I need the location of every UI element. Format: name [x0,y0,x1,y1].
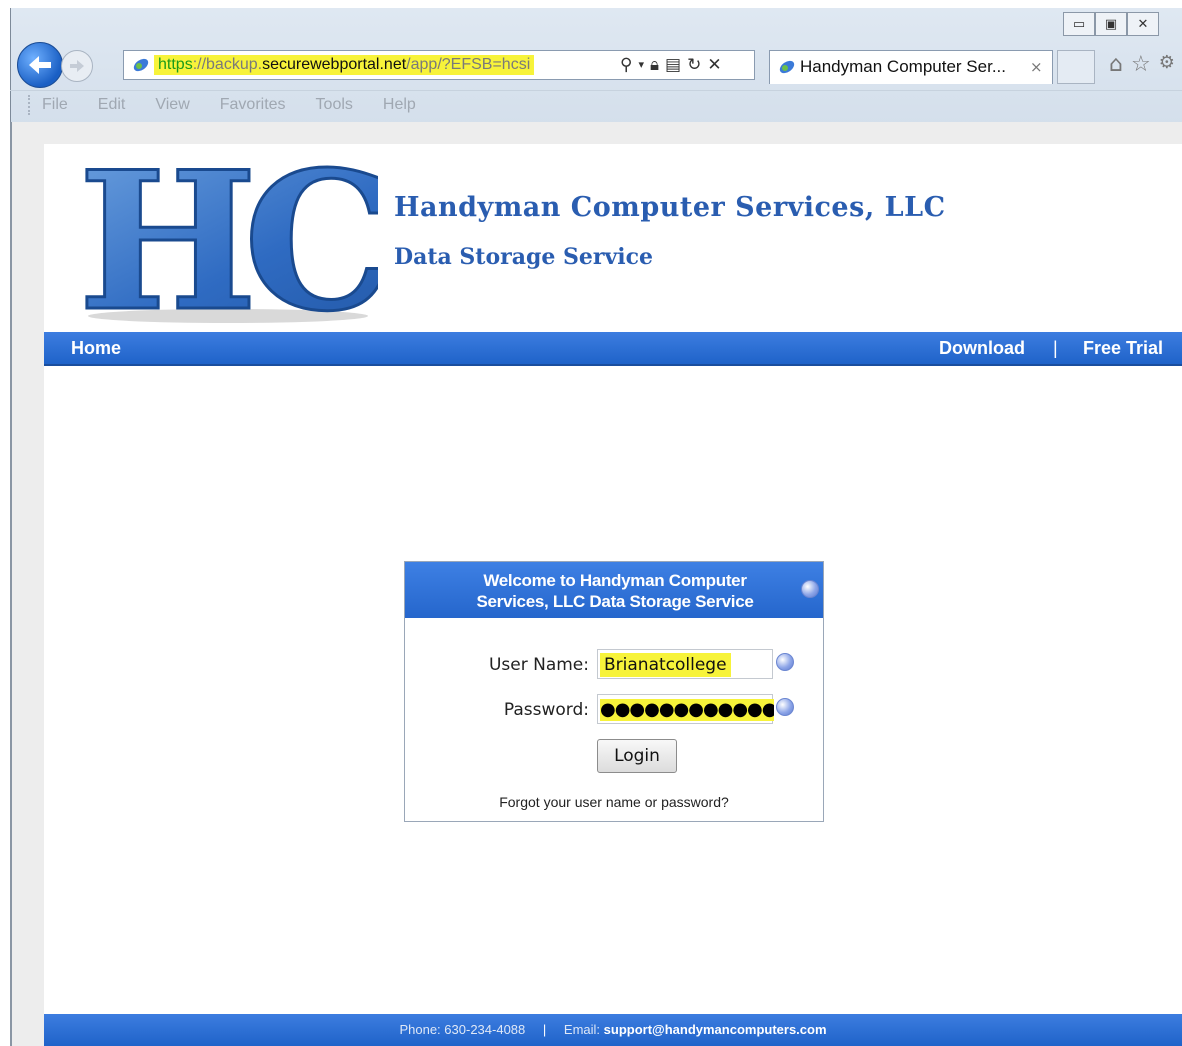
footer-phone: 630-234-4088 [444,1022,526,1037]
tab-close-icon[interactable]: × [1030,58,1043,76]
site-nav-bar: Home Download | Free Trial [44,332,1182,366]
maximize-icon: ▣ [1104,16,1118,32]
password-value: ●●●●●●●●●●●●●●● [600,699,774,721]
menu-help[interactable]: Help [383,96,416,114]
tab-active[interactable]: Handyman Computer Ser... × [769,50,1053,84]
tab-favicon-icon [778,58,796,80]
home-icon[interactable]: ⌂ [1109,52,1123,77]
login-header: Welcome to Handyman Computer Services, L… [405,562,823,618]
minimize-button[interactable]: ▭ [1063,12,1095,36]
address-tools: ⚲ ▾ 🔒︎ ▤ ↻ ✕ [620,53,722,77]
nav-download-link[interactable]: Download [939,338,1025,359]
login-button[interactable]: Login [597,739,677,773]
forgot-credentials-link[interactable]: Forgot your user name or password? [405,794,823,810]
minimize-icon: ▭ [1072,16,1086,32]
footer-email-link[interactable]: support@handymancomputers.com [604,1022,827,1037]
help-icon[interactable] [801,580,819,598]
gear-icon[interactable]: ⚙ [1159,52,1175,77]
login-title-line-2: Services, LLC Data Storage Service [476,592,754,611]
menu-grip-handle [28,95,33,115]
back-button[interactable] [17,42,63,88]
footer-email-label: Email: [563,1022,601,1037]
hcs-logo: HCS [78,148,378,324]
menu-bar: File Edit View Favorites Tools Help [10,90,1182,118]
nav-free-trial-link[interactable]: Free Trial [1083,338,1163,359]
url-scheme: https [158,56,193,73]
close-icon: ✕ [1137,16,1149,32]
page-background-top [12,122,1182,144]
url-subdomain: backup. [206,56,263,73]
password-field[interactable]: ●●●●●●●●●●●●●●● [597,694,774,724]
site-subtitle: Data Storage Service [394,244,654,270]
page-background-left [12,144,44,1046]
site-favicon-icon [132,56,150,78]
url-path: /app/?EFSB=hcsi [406,56,531,73]
url-separator: :// [192,56,207,73]
url-text[interactable]: https://backup.securewebportal.net/app/?… [154,55,535,75]
menu-edit[interactable]: Edit [98,96,126,114]
nav-separator: | [1053,338,1058,358]
close-window-button[interactable]: ✕ [1127,12,1159,36]
address-bar[interactable]: https://backup.securewebportal.net/app/?… [123,50,755,80]
menu-view[interactable]: View [155,96,189,114]
menu-file[interactable]: File [42,96,68,114]
back-arrow-icon [29,56,51,74]
login-title: Welcome to Handyman Computer Services, L… [425,570,805,612]
forward-arrow-icon [70,60,84,72]
new-tab-button[interactable] [1057,50,1095,84]
menu-favorites[interactable]: Favorites [220,96,286,114]
footer-contact: Phone: 630-234-4088 | Email: support@han… [44,1022,1182,1037]
search-icon[interactable]: ⚲ [620,53,632,77]
username-label: User Name: [488,655,589,675]
username-field[interactable]: Brianatcollege [597,649,773,679]
maximize-button[interactable]: ▣ [1095,12,1127,36]
stop-icon[interactable]: ✕ [707,53,721,77]
tab-title: Handyman Computer Ser... [800,57,1006,76]
login-panel: Welcome to Handyman Computer Services, L… [404,561,824,822]
footer-phone-label: Phone: [399,1022,441,1037]
forward-button[interactable] [61,50,93,82]
browser-toolbar-icons: ⌂ ☆ ⚙ [1109,52,1175,77]
site-title: Handyman Computer Services, LLC [394,192,946,223]
password-label: Password: [503,700,589,720]
site-footer: Phone: 630-234-4088 | Email: support@han… [44,1014,1182,1046]
lock-icon[interactable]: 🔒︎ [650,53,659,77]
compatibility-view-icon[interactable]: ▤ [665,53,681,77]
password-help-icon[interactable] [776,698,794,716]
username-help-icon[interactable] [776,653,794,671]
window-controls: ▭ ▣ ✕ [1063,12,1159,38]
url-domain: securewebportal.net [262,56,407,73]
refresh-icon[interactable]: ↻ [687,53,701,77]
dropdown-icon[interactable]: ▾ [638,53,644,77]
menu-tools[interactable]: Tools [316,96,353,114]
username-value: Brianatcollege [600,653,731,677]
logo-text: HCS [78,148,378,324]
footer-separator: | [542,1022,547,1037]
login-title-line-1: Welcome to Handyman Computer [483,571,747,590]
site-header: HCS Handyman Computer Services, LLC Data… [44,144,1182,332]
star-icon[interactable]: ☆ [1131,52,1151,77]
nav-home-link[interactable]: Home [71,338,121,359]
